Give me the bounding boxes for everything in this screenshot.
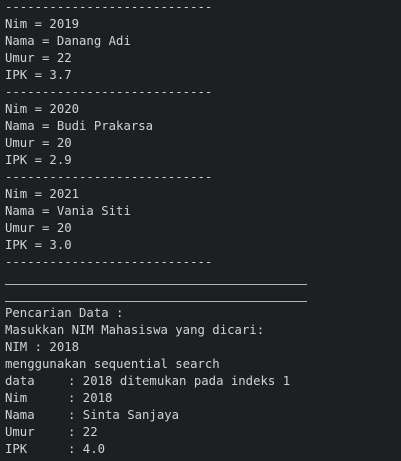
result-nim-value: : 2018 <box>68 391 113 405</box>
record-ipk: IPK = 3.7 <box>5 68 72 82</box>
search-nim-input: NIM : 2018 <box>5 340 80 354</box>
result-nim-row: Nim : 2018 <box>5 390 401 407</box>
separator-line: ---------------------------- <box>5 85 213 99</box>
record-umur: Umur = 20 <box>5 136 72 150</box>
result-nama-value: : Sinta Sanjaya <box>68 408 180 422</box>
record-nama: Nama = Danang Adi <box>5 34 131 48</box>
record-nim: Nim = 2020 <box>5 102 80 116</box>
result-umur-label: Umur <box>5 425 35 439</box>
separator-line: ---------------------------- <box>5 170 213 184</box>
result-nama-row: Nama : Sinta Sanjaya <box>5 407 401 424</box>
horizontal-rule <box>5 288 401 305</box>
result-nama-label: Nama <box>5 408 35 422</box>
record-umur: Umur = 20 <box>5 221 72 235</box>
search-method: menggunakan sequential search <box>5 357 220 371</box>
console-output: ---------------------------- Nim = 2019 … <box>5 0 401 458</box>
horizontal-rule <box>5 271 401 288</box>
result-data-value: : 2018 ditemukan pada indeks 1 <box>68 374 291 388</box>
record-nama: Nama = Vania Siti <box>5 204 131 218</box>
result-data-label: data <box>5 374 35 388</box>
record-nim: Nim = 2021 <box>5 187 80 201</box>
result-ipk-label: IPK <box>5 442 28 456</box>
result-umur-row: Umur : 22 <box>5 424 401 441</box>
record-umur: Umur = 22 <box>5 51 72 65</box>
record-ipk: IPK = 3.0 <box>5 238 72 252</box>
result-umur-value: : 22 <box>68 425 98 439</box>
result-ipk-row: IPK : 4.0 <box>5 441 401 458</box>
search-prompt: Masukkan NIM Mahasiswa yang dicari: <box>5 323 265 337</box>
record-nama: Nama = Budi Prakarsa <box>5 119 154 133</box>
record-nim: Nim = 2019 <box>5 17 80 31</box>
separator-line: ---------------------------- <box>5 0 213 14</box>
result-data-row: data : 2018 ditemukan pada indeks 1 <box>5 373 401 390</box>
record-ipk: IPK = 2.9 <box>5 153 72 167</box>
result-ipk-value: : 4.0 <box>68 442 106 456</box>
search-heading: Pencarian Data : <box>5 306 124 320</box>
result-nim-label: Nim <box>5 391 28 405</box>
separator-line: ---------------------------- <box>5 255 213 269</box>
